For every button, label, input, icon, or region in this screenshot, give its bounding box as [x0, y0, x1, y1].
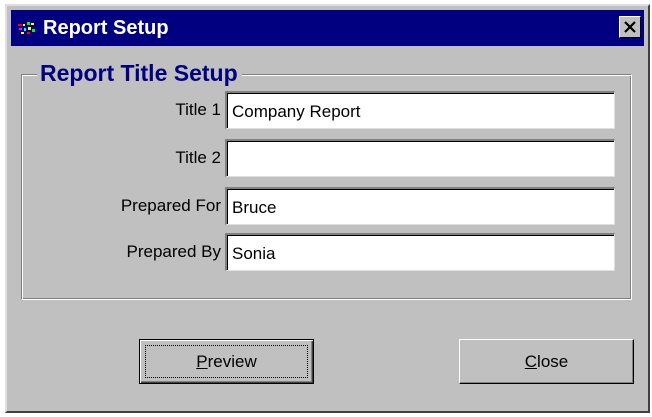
title-2-input[interactable] [225, 139, 615, 177]
field-row-title-2: Title 2 [7, 139, 647, 177]
field-row-prepared-by: Prepared By [7, 233, 647, 271]
prepared-by-input[interactable] [225, 233, 615, 271]
close-accel-key: C [524, 351, 538, 371]
field-row-prepared-for: Prepared For [7, 187, 647, 225]
report-setup-window: Report Setup Report Title Setup Title 1 … [5, 4, 650, 413]
title-1-input[interactable] [225, 91, 615, 129]
prepared-for-input[interactable] [225, 187, 615, 225]
preview-button-label: Preview [196, 352, 256, 372]
window-title: Report Setup [43, 17, 169, 39]
close-label-rest: lose [537, 351, 569, 371]
preview-label-rest: review [207, 351, 257, 371]
close-button[interactable]: Close [459, 339, 634, 384]
close-button-label: Close [525, 352, 568, 372]
window-close-button[interactable] [619, 16, 641, 38]
app-icon [17, 21, 37, 35]
group-title: Report Title Setup [37, 58, 242, 88]
title-1-label: Title 1 [175, 100, 221, 119]
title-2-label: Title 2 [175, 148, 221, 167]
field-row-title-1: Title 1 [7, 91, 647, 129]
title-bar[interactable]: Report Setup [11, 10, 644, 46]
preview-button[interactable]: Preview [139, 339, 314, 384]
close-icon [624, 21, 636, 33]
preview-accel-key: P [196, 351, 208, 371]
prepared-by-label: Prepared By [126, 242, 222, 261]
prepared-for-label: Prepared For [120, 196, 221, 215]
